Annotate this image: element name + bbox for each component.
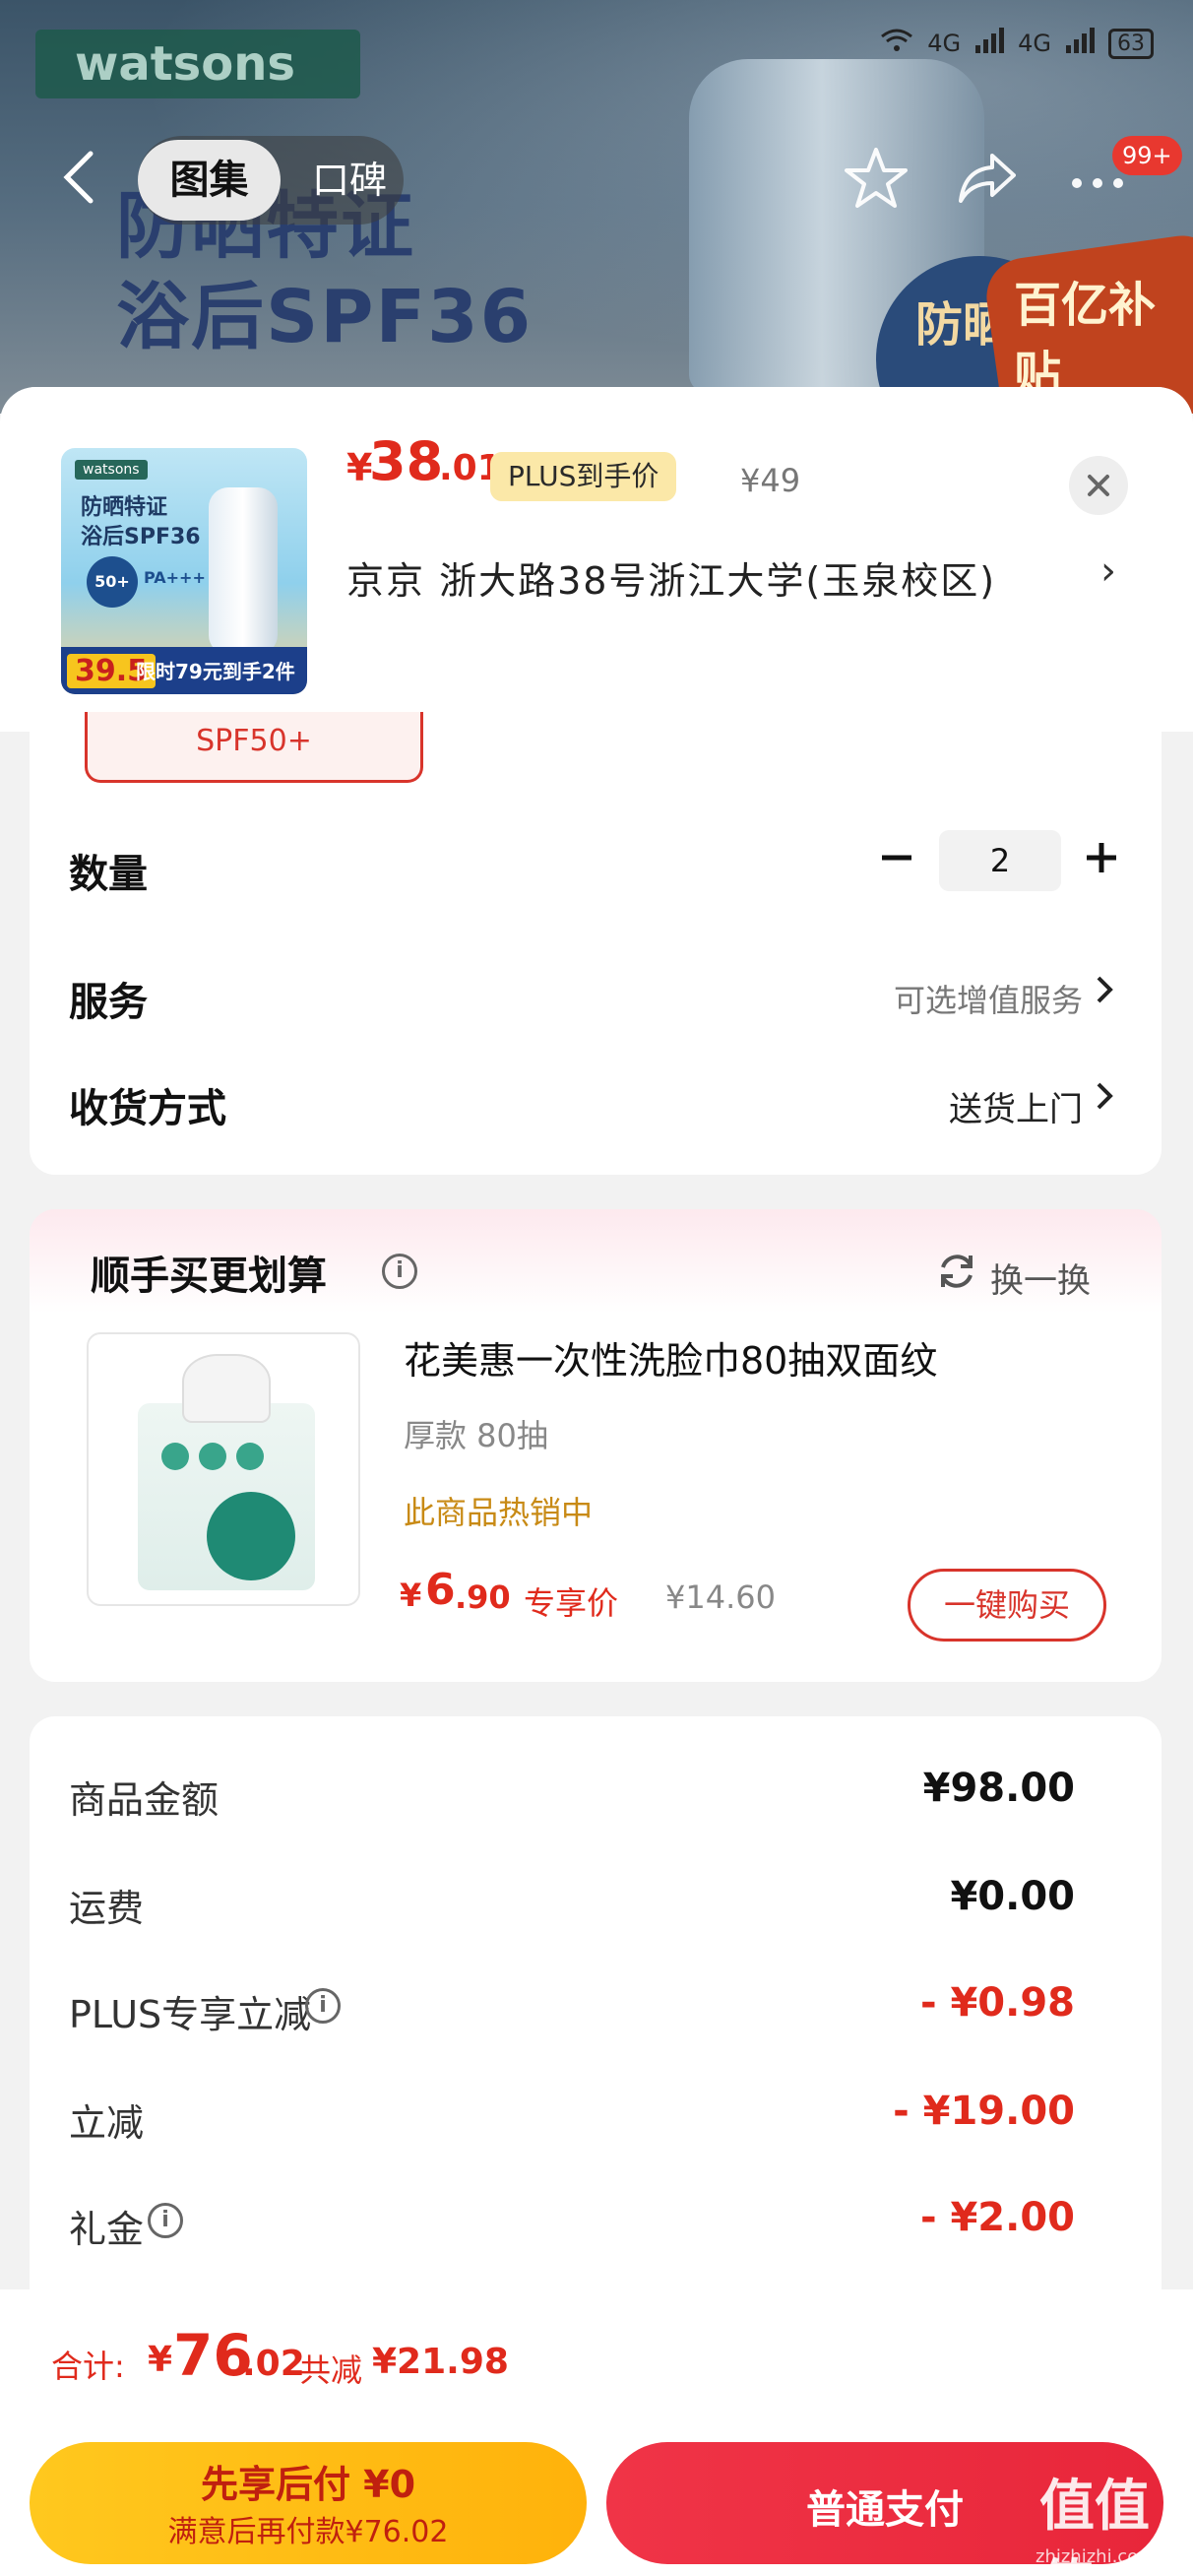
summary-value-shipping: ¥0.00 bbox=[950, 1874, 1075, 1919]
brand-logo: watsons bbox=[35, 30, 360, 98]
summary-value-instant-discount: - ¥19.00 bbox=[893, 2089, 1075, 2134]
original-price: ¥49 bbox=[740, 462, 801, 499]
thumb-title-line1: 防晒特证 bbox=[81, 495, 168, 520]
saving-value: ¥21.98 bbox=[372, 2342, 509, 2382]
summary-value-goods: ¥98.00 bbox=[922, 1766, 1075, 1811]
thumb-pa-label: PA+++ bbox=[144, 568, 206, 587]
total-currency: ¥ bbox=[148, 2340, 173, 2380]
tab-reviews[interactable]: 口碑 bbox=[295, 140, 404, 221]
total-decimal: .02 bbox=[242, 2344, 305, 2384]
rec-price-integer: 6 bbox=[425, 1565, 456, 1615]
summary-value-plus-discount: - ¥0.98 bbox=[919, 1980, 1075, 2026]
one-click-buy-button[interactable]: 一键购买 bbox=[908, 1569, 1106, 1642]
rec-price-decimal: .90 bbox=[455, 1578, 511, 1616]
pack-flower-logo bbox=[207, 1492, 295, 1580]
banner-headline-line2: 浴后SPF36 bbox=[116, 275, 534, 359]
summary-label-shipping: 运费 bbox=[69, 1887, 145, 1930]
quantity-increase-button[interactable] bbox=[1077, 828, 1126, 887]
thumb-spf-badge: 50+ bbox=[87, 556, 138, 608]
product-thumbnail[interactable]: watsons 防晒特证 浴后SPF36 50+ PA+++ 39.5 限时79… bbox=[61, 448, 307, 694]
summary-value-gift-credit: - ¥2.00 bbox=[919, 2195, 1075, 2240]
refresh-icon[interactable] bbox=[935, 1250, 978, 1303]
summary-label-plus-discount: PLUS专享立减 bbox=[69, 1993, 312, 2036]
summary-label-instant-discount: 立减 bbox=[69, 2101, 145, 2145]
quantity-label: 数量 bbox=[69, 852, 148, 897]
recommended-product-image[interactable] bbox=[87, 1332, 360, 1606]
pack-dot bbox=[199, 1443, 226, 1470]
back-arrow-icon[interactable] bbox=[59, 148, 98, 207]
summary-label-goods: 商品金额 bbox=[69, 1778, 220, 1822]
pack-dot bbox=[161, 1443, 189, 1470]
battery-icon: 63 bbox=[1108, 28, 1154, 59]
site-watermark-url: zhizhizhi.com bbox=[1036, 2546, 1156, 2567]
exclusive-price-tag: 专享价 bbox=[524, 1584, 619, 1622]
service-label: 服务 bbox=[69, 980, 148, 1025]
favorite-star-icon[interactable] bbox=[842, 144, 910, 213]
pay-later-subtitle[interactable]: 满意后再付款¥76.02 bbox=[30, 2507, 587, 2550]
network-label-1: 4G bbox=[927, 30, 962, 57]
tissue-top-image bbox=[182, 1354, 271, 1423]
summary-label-gift-credit: 礼金 bbox=[69, 2208, 145, 2251]
quantity-decrease-button[interactable] bbox=[872, 828, 921, 887]
info-icon[interactable]: i bbox=[305, 1988, 341, 2024]
thumb-promo-text: 限时79元到手2件 bbox=[136, 660, 295, 683]
info-icon[interactable]: i bbox=[148, 2203, 183, 2238]
message-count-badge: 99+ bbox=[1112, 136, 1182, 175]
signal-icon-2 bbox=[1065, 28, 1095, 59]
recommended-product-name[interactable]: 花美惠一次性洗脸巾80抽双面纹 bbox=[404, 1330, 937, 1385]
spec-option-selected[interactable]: SPF50+ bbox=[85, 712, 423, 783]
delivery-address[interactable]: 京京 浙大路38号浙江大学(玉泉校区) bbox=[346, 550, 1114, 605]
delivery-method-label: 收货方式 bbox=[69, 1086, 226, 1131]
delivery-chevron-icon[interactable] bbox=[1093, 1076, 1116, 1126]
hot-selling-label: 此商品热销中 bbox=[404, 1494, 594, 1531]
recommended-product-spec: 厚款 80抽 bbox=[404, 1417, 548, 1454]
total-label: 合计: bbox=[51, 2348, 125, 2385]
saving-label: 共减 bbox=[299, 2351, 363, 2389]
rec-original-price: ¥14.60 bbox=[665, 1578, 776, 1616]
purchase-sheet: watsons 防晒特证 浴后SPF36 50+ PA+++ 39.5 限时79… bbox=[0, 387, 1193, 2576]
pay-later-title[interactable]: 先享后付 ¥0 bbox=[30, 2454, 587, 2508]
address-chevron-icon[interactable]: › bbox=[1100, 548, 1116, 594]
total-integer: 76 bbox=[173, 2322, 253, 2389]
network-label-2: 4G bbox=[1018, 30, 1051, 57]
recommendation-title: 顺手买更划算 bbox=[91, 1254, 327, 1299]
swap-button[interactable]: 换一换 bbox=[990, 1254, 1091, 1302]
close-icon[interactable] bbox=[1069, 456, 1128, 515]
wifi-icon bbox=[880, 28, 913, 59]
share-icon[interactable] bbox=[953, 144, 1022, 213]
status-bar-icons: 4G 4G 63 bbox=[880, 28, 1154, 59]
subsidy-badge-text: 百亿补贴 bbox=[1014, 278, 1157, 402]
quantity-input[interactable]: 2 bbox=[939, 830, 1061, 891]
thumb-bottle-image bbox=[209, 487, 278, 655]
delivery-method-value[interactable]: 送货上门 bbox=[689, 1082, 1083, 1130]
plus-price-tag: PLUS到手价 bbox=[490, 452, 677, 501]
pack-dot bbox=[236, 1443, 264, 1470]
thumb-title-line2: 浴后SPF36 bbox=[81, 525, 201, 549]
signal-icon bbox=[974, 28, 1005, 59]
info-icon[interactable]: i bbox=[382, 1254, 417, 1289]
service-chevron-icon[interactable] bbox=[1093, 970, 1116, 1019]
thumb-logo: watsons bbox=[75, 460, 148, 480]
rec-price-currency: ¥ bbox=[400, 1577, 422, 1614]
service-value[interactable]: 可选增值服务 bbox=[669, 976, 1083, 1021]
price-integer: 38 bbox=[369, 430, 444, 492]
tab-gallery[interactable]: 图集 bbox=[138, 140, 281, 221]
